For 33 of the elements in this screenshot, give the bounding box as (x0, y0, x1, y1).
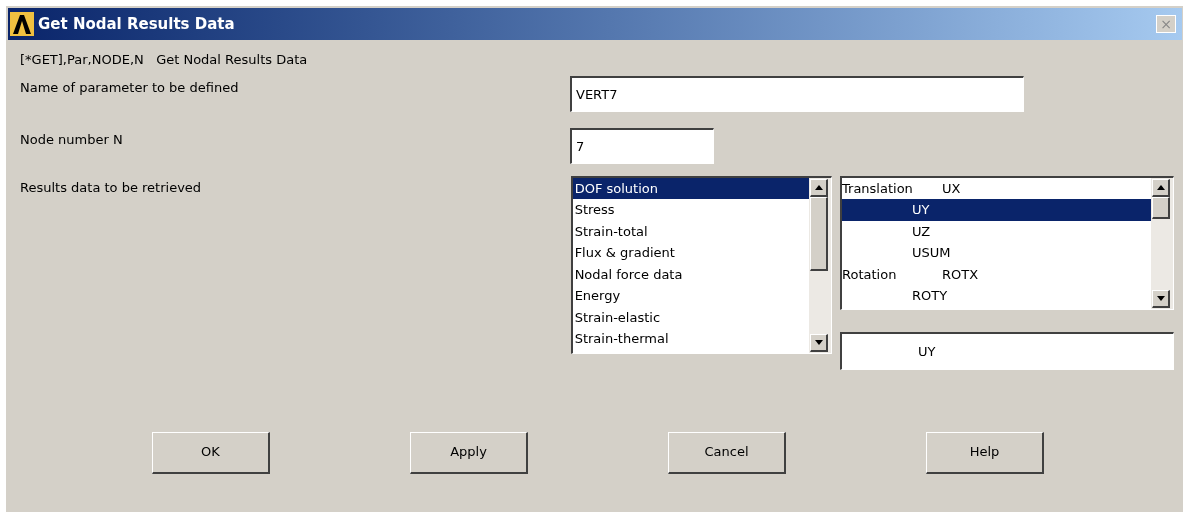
list-item[interactable]: DOF solution (572, 177, 809, 199)
dialog-button[interactable]: Apply (410, 431, 528, 474)
list-item[interactable]: UY (842, 199, 1151, 221)
scrollbar[interactable] (1151, 177, 1173, 309)
field-label: Node number N (20, 130, 124, 149)
scrollbar[interactable] (809, 177, 831, 353)
app-logo-icon (10, 12, 34, 36)
list-item[interactable]: USUM (842, 242, 1151, 264)
field-label: Name of parameter to be defined (20, 78, 240, 97)
list-item[interactable]: Strain-thermal (572, 328, 809, 350)
list-item[interactable]: Energy (572, 285, 809, 307)
input-field[interactable]: 7 (570, 127, 714, 164)
list-item[interactable]: ROTY (842, 285, 1151, 307)
list-item[interactable]: Stress (572, 199, 809, 221)
list-item[interactable]: Flux & gradient (572, 242, 809, 264)
list-item[interactable]: UZ (842, 220, 1151, 242)
dialog-button[interactable]: Help (926, 431, 1044, 474)
list-item[interactable]: Translation UX (842, 177, 1151, 199)
list-item[interactable]: Nodal force data (572, 263, 809, 285)
dialog-button[interactable]: OK (152, 431, 270, 474)
list-item[interactable]: Rotation ROTX (842, 263, 1151, 285)
list-item[interactable]: Strain-total (572, 220, 809, 242)
scroll-thumb[interactable] (810, 196, 828, 271)
window-title: Get Nodal Results Data (38, 13, 235, 35)
command-text: [*GET],Par,NODE,N Get Nodal Results Data (20, 51, 309, 69)
scroll-thumb[interactable] (1152, 196, 1170, 219)
input-field[interactable]: VERT7 (570, 75, 1024, 112)
list-item[interactable]: Strain-elastic (572, 306, 809, 328)
category-list[interactable]: DOF solution Stress Strain-total Flux & gradient Nodal force data Energy Strain-elastic Strain-thermal (570, 175, 832, 354)
input-field[interactable]: UY (840, 331, 1174, 370)
field-label: Results data to be retrieved (20, 178, 203, 197)
component-list[interactable]: Translation UX UY UZ USUM Rotation ROTX ROTY (840, 175, 1174, 310)
dialog-button[interactable]: Cancel (668, 431, 786, 474)
